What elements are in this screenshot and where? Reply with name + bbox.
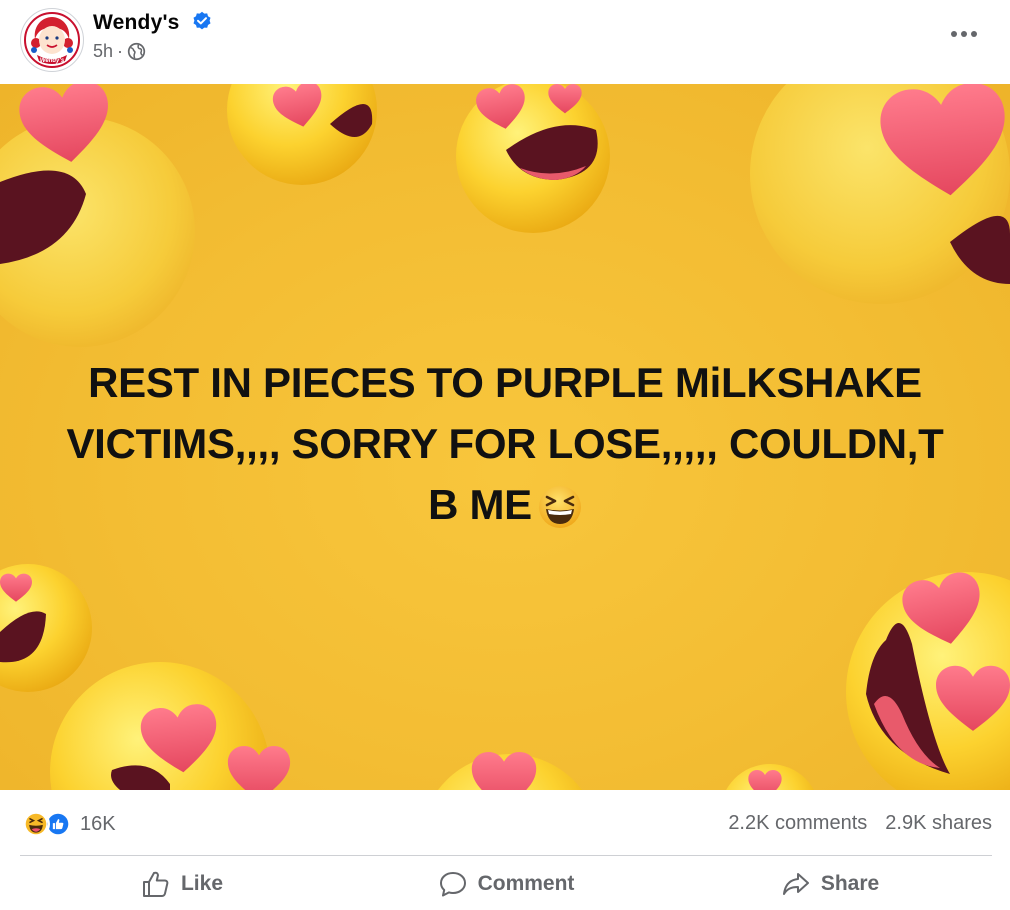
shares-count-link[interactable]: 2.9K shares bbox=[885, 812, 992, 835]
comment-label: Comment bbox=[477, 872, 575, 895]
engagement-counts: 2.2K comments 2.9K shares bbox=[728, 812, 992, 835]
svg-text:Wendy's: Wendy's bbox=[40, 58, 65, 64]
post-meta: 5h · bbox=[93, 41, 146, 62]
thumbs-up-icon bbox=[142, 871, 169, 897]
post-header: Wendy's Wendy's 5h · bbox=[0, 0, 1010, 84]
verified-badge-icon bbox=[193, 11, 211, 30]
page-name[interactable]: Wendy's bbox=[93, 11, 180, 35]
share-button[interactable]: Share bbox=[668, 858, 992, 910]
like-label: Like bbox=[180, 872, 224, 895]
post-image[interactable]: REST IN PIECES TO PURPLE MiLKSHAKE VICTI… bbox=[0, 84, 1010, 790]
image-text-line-3-text: B ME bbox=[428, 481, 532, 528]
image-text-line-3: B ME bbox=[40, 474, 970, 535]
page-avatar[interactable]: Wendy's bbox=[20, 8, 84, 72]
emoji-top-center-left bbox=[227, 84, 377, 185]
image-text-line-2: VICTIMS,,,, SORRY FOR LOSE,,,,, COULDN,T bbox=[66, 420, 944, 467]
share-label: Share bbox=[820, 872, 880, 895]
reactions-summary[interactable]: 16K bbox=[22, 810, 116, 838]
grinning-squinting-face-icon bbox=[538, 486, 581, 528]
more-options-button[interactable] bbox=[942, 16, 986, 52]
more-horizontal-icon bbox=[951, 31, 977, 37]
reaction-count: 16K bbox=[80, 812, 116, 835]
wendys-logo-icon: Wendy's bbox=[22, 10, 82, 70]
share-arrow-icon bbox=[782, 873, 809, 895]
emoji-top-right bbox=[750, 84, 1010, 304]
comments-count-link[interactable]: 2.2K comments bbox=[728, 812, 867, 835]
emoji-bottom-center bbox=[438, 752, 582, 790]
like-button[interactable]: Like bbox=[20, 858, 344, 910]
comment-button[interactable]: Comment bbox=[344, 858, 668, 910]
emoji-top-center bbox=[456, 84, 610, 233]
stats-divider bbox=[20, 855, 992, 856]
post-stats: 16K 2.2K comments 2.9K shares bbox=[0, 790, 1010, 856]
image-text-line-1: REST IN PIECES TO PURPLE MiLKSHAKE bbox=[88, 359, 922, 406]
haha-reaction-icon bbox=[22, 810, 50, 838]
post-timestamp[interactable]: 5h bbox=[93, 41, 113, 62]
emoji-top-left bbox=[0, 84, 195, 347]
comment-icon bbox=[439, 872, 466, 897]
emoji-bottom-center-right bbox=[726, 764, 814, 790]
globe-icon[interactable] bbox=[127, 42, 146, 61]
post-actions: Like Comment Share bbox=[20, 858, 992, 910]
emoji-bottom-right bbox=[846, 568, 1010, 790]
emoji-left-middle bbox=[0, 564, 92, 692]
meta-separator: · bbox=[117, 41, 124, 61]
emoji-bottom-left bbox=[50, 662, 291, 790]
post-image-text: REST IN PIECES TO PURPLE MiLKSHAKE VICTI… bbox=[40, 352, 970, 535]
